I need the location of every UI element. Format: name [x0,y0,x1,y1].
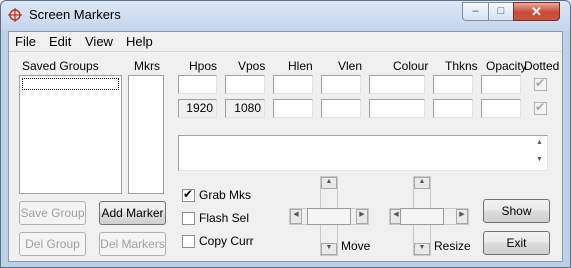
arrow-up-icon: ▲ [325,178,333,185]
check-icon: ✔ [535,100,546,114]
hpos-header: Hpos [189,59,218,73]
show-button[interactable]: Show [483,199,550,223]
hpos-value: 1920 [178,99,217,118]
hpos-input[interactable] [178,75,217,94]
move-left-button[interactable]: ◀ [290,209,302,224]
thkns-input-2[interactable] [433,99,473,118]
saved-groups-header: Saved Groups [22,59,99,73]
vlen-header: Vlen [338,59,363,73]
title-bar[interactable]: Screen Markers – □ ✕ [1,1,570,31]
move-down-button[interactable]: ▼ [321,243,337,255]
resize-label: Resize [434,239,471,253]
minimize-icon: – [472,5,479,17]
vpos-input[interactable] [225,75,265,94]
grab-mks-checkbox[interactable]: ✔ [182,187,195,202]
dotted-header: Dotted [524,59,560,73]
flash-sel-label: Flash Sel [199,211,250,225]
del-markers-button[interactable]: Del Markers [99,232,166,256]
del-group-button[interactable]: Del Group [19,232,86,256]
opacity-input[interactable] [481,75,521,94]
notes-textarea[interactable] [178,135,548,171]
mkrs-header: Mkrs [134,59,160,73]
resize-down-button[interactable]: ▼ [414,243,430,255]
hlen-input-2[interactable] [273,99,313,118]
colour-input[interactable] [369,75,425,94]
colour-header: Colour [393,59,429,73]
opacity-header: Opacity [486,59,527,73]
dotted-checkbox-1[interactable]: ✔ [534,76,547,91]
grab-mks-label: Grab Mks [199,188,252,202]
vlen-input[interactable] [321,75,361,94]
scroll-up-icon[interactable]: ▲ [536,139,543,146]
arrow-down-icon: ▼ [418,244,426,251]
menu-file[interactable]: File [15,34,36,49]
close-button[interactable]: ✕ [513,2,560,21]
arrow-right-icon: ▶ [459,211,465,218]
add-marker-button[interactable]: Add Marker [99,201,166,225]
move-right-button[interactable]: ▶ [356,209,368,224]
move-up-button[interactable]: ▲ [321,177,337,189]
scroll-down-icon[interactable]: ▼ [536,156,543,163]
arrow-up-icon: ▲ [418,178,426,185]
client-area: File Edit View Help Saved Groups Mkrs Hp… [8,31,563,262]
save-group-button[interactable]: Save Group [19,201,86,225]
app-window: Screen Markers – □ ✕ File Edit View Help… [0,0,571,268]
list-focus-item [22,78,119,90]
menu-view[interactable]: View [85,34,113,49]
arrow-left-icon: ◀ [293,211,299,218]
flash-sel-checkbox[interactable] [182,212,195,225]
maximize-icon: □ [497,5,505,17]
window-title: Screen Markers [29,7,121,22]
opacity-input-2[interactable] [481,99,521,118]
dotted-checkbox-2[interactable]: ✔ [534,100,547,115]
crosshair-icon [8,8,22,22]
saved-groups-list[interactable] [19,75,122,194]
resize-right-button[interactable]: ▶ [456,209,468,224]
colour-input-2[interactable] [369,99,425,118]
thkns-input[interactable] [433,75,473,94]
copy-curr-label: Copy Curr [199,234,254,248]
copy-curr-checkbox[interactable] [182,235,195,248]
vlen-input-2[interactable] [321,99,361,118]
resize-thumb[interactable] [400,208,444,225]
hlen-header: Hlen [288,59,313,73]
move-thumb[interactable] [307,208,351,225]
move-label: Move [341,239,371,253]
close-icon: ✕ [531,4,542,19]
resize-up-button[interactable]: ▲ [414,177,430,189]
check-icon: ✔ [183,187,194,201]
maximize-button[interactable]: □ [488,2,514,21]
check-icon: ✔ [535,76,546,90]
menu-edit[interactable]: Edit [49,34,71,49]
arrow-left-icon: ◀ [393,211,399,218]
markers-list[interactable] [128,75,164,194]
thkns-header: Thkns [445,59,478,73]
exit-button[interactable]: Exit [483,231,550,255]
vpos-header: Vpos [238,59,266,73]
hlen-input[interactable] [273,75,313,94]
menu-help[interactable]: Help [126,34,153,49]
arrow-down-icon: ▼ [325,244,333,251]
minimize-button[interactable]: – [462,2,489,21]
arrow-right-icon: ▶ [359,211,365,218]
menu-bar: File Edit View Help [9,32,562,52]
vpos-value: 1080 [225,99,265,118]
